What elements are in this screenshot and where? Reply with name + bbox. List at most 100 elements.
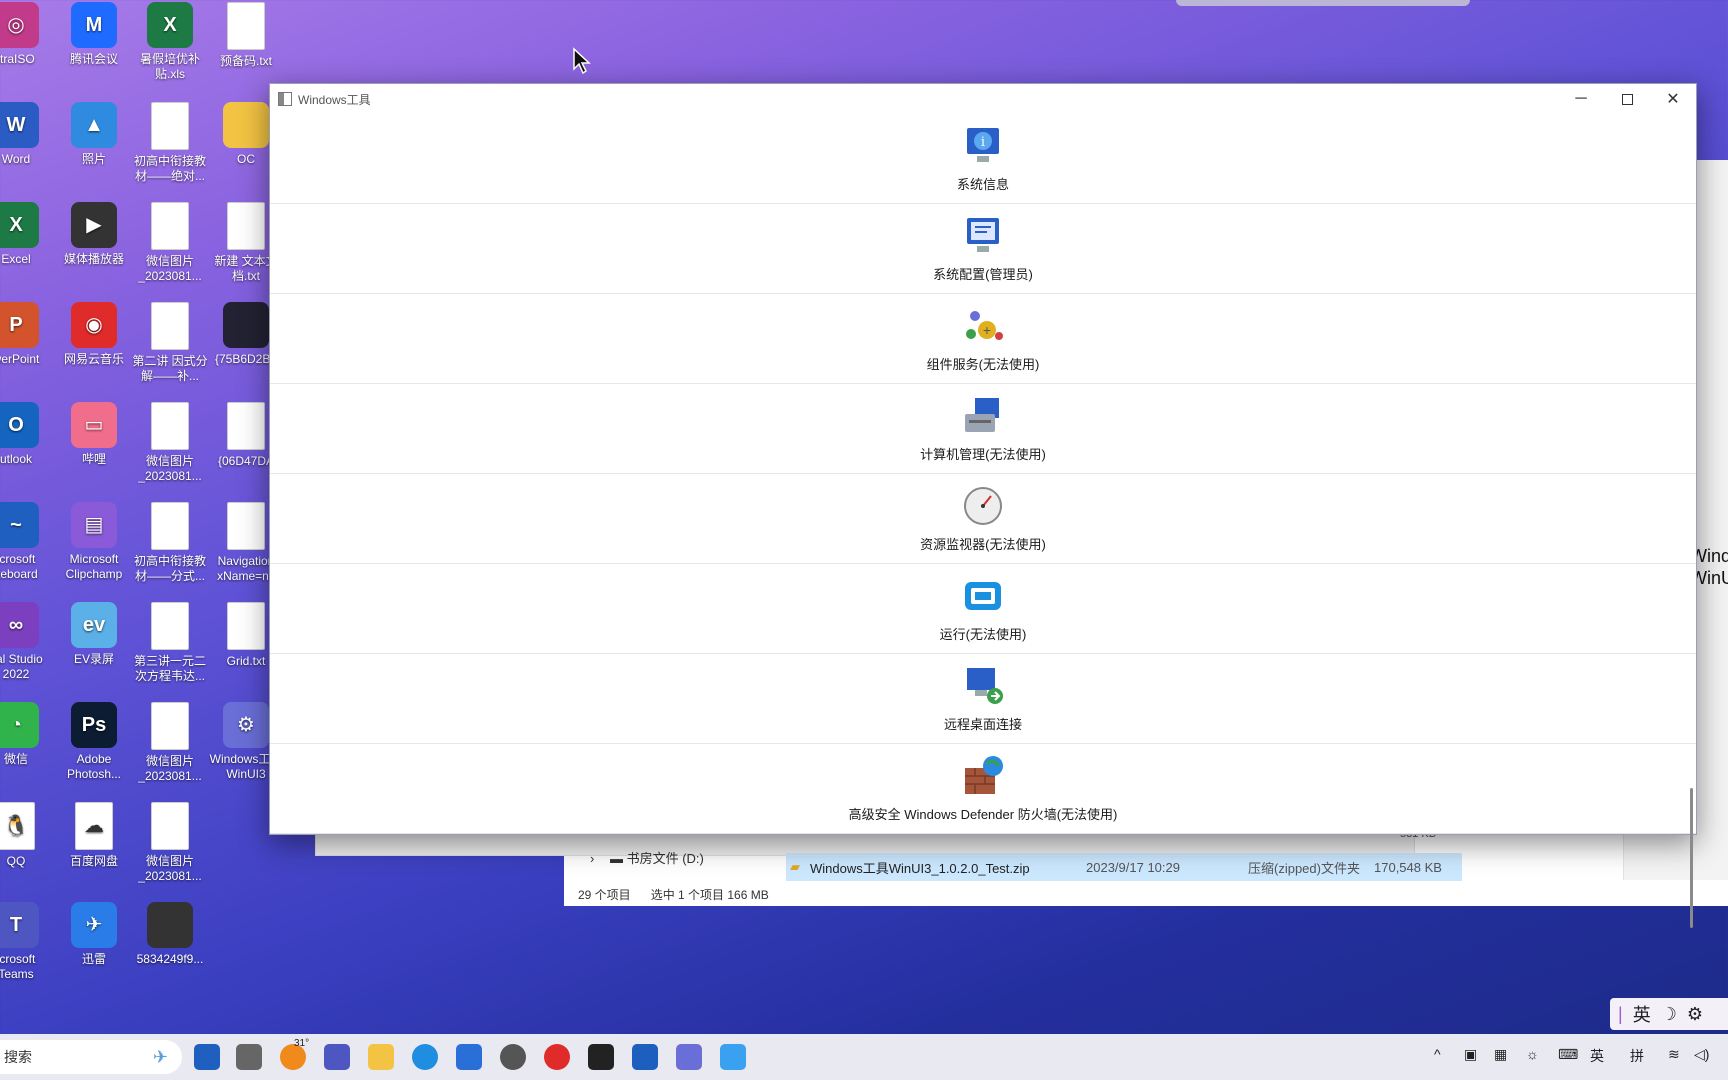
file-explorer-taskbar-icon[interactable] (368, 1044, 394, 1070)
bilibili-icon: ▭ (71, 402, 117, 448)
qq-taskbar-icon[interactable] (588, 1044, 614, 1070)
desktop-icon[interactable]: 初高中衔接教材——分式... (132, 500, 208, 590)
desktop-icon[interactable]: ▤ Microsoft Clipchamp (56, 500, 132, 590)
desktop-icon[interactable]: ◎ ltraISO (0, 0, 54, 90)
desktop-icon[interactable]: 第二讲 因式分解——补... (132, 300, 208, 390)
ime-mode-button[interactable]: 英 (1633, 1001, 1651, 1027)
desktop-icon[interactable]: 微信图片_2023081... (132, 200, 208, 290)
desktop-icon[interactable]: 微信图片_2023081... (132, 700, 208, 790)
desktop-icon[interactable]: ✈ 迅雷 (56, 900, 132, 990)
desktop-icon[interactable]: 初高中衔接教材——绝对... (132, 100, 208, 190)
desktop-icon[interactable]: X Excel (0, 200, 54, 290)
windows-tools-taskbar-icon[interactable] (676, 1044, 702, 1070)
window-edge (1176, 0, 1470, 6)
desktop-icon[interactable]: 5834249f9... (132, 900, 208, 990)
tool-item[interactable]: 系统配置(管理员) (270, 204, 1696, 294)
moon-icon[interactable]: ☽ (1661, 1004, 1677, 1025)
desktop-icon[interactable]: ev EV录屏 (56, 600, 132, 690)
teams-taskbar-icon[interactable] (324, 1044, 350, 1070)
desktop-icon-label: 微信图片_2023081... (138, 754, 202, 783)
desktop-icon-label: 初高中衔接教材——绝对... (133, 154, 206, 183)
task-view-icon[interactable] (236, 1044, 262, 1070)
desktop-icon[interactable]: ~ icrosoft iteboard (0, 500, 54, 590)
store-taskbar-icon[interactable] (456, 1044, 482, 1070)
desktop-icon[interactable]: ▶ 媒体播放器 (56, 200, 132, 290)
desktop-icon-label: 5834249f9... (136, 952, 204, 966)
input-method-indicator[interactable]: 拼 (1630, 1046, 1644, 1066)
desktop-icon[interactable]: Outlook (0, 400, 54, 490)
tray-app-icon[interactable]: ▣ (1464, 1046, 1477, 1063)
desktop-icon[interactable]: ☁ 百度网盘 (56, 800, 132, 890)
tray-app-icon[interactable]: ▦ (1494, 1046, 1507, 1063)
video-file-icon (147, 902, 193, 948)
ime-toolbar[interactable]: | 英 ☽ ⚙ (1610, 998, 1728, 1030)
desktop-icon-label: 网易云音乐 (63, 352, 124, 366)
search-highlight-icon: ✈ (152, 1046, 168, 1067)
desktop-icon-label: 微信 (3, 752, 28, 766)
outlook-taskbar-icon[interactable] (194, 1044, 220, 1070)
desktop-icon[interactable]: ∞ ual Studio 2022 (0, 600, 54, 690)
chevron-up-icon[interactable]: ^ (1434, 1046, 1441, 1062)
app-icon (278, 92, 292, 106)
tool-item[interactable]: + 组件服务(无法使用) (270, 294, 1696, 384)
desktop-icon[interactable]: X 暑假培优补贴.xls (132, 0, 208, 90)
baidu-netdisk-taskbar-icon[interactable] (720, 1044, 746, 1070)
clipchamp-icon: ▤ (71, 502, 117, 548)
ime-handle-icon: | (1618, 1003, 1623, 1024)
keyboard-icon[interactable]: ⌨ (1558, 1046, 1578, 1063)
desktop-icon[interactable]: ◔ 微信 (0, 700, 54, 790)
nav-item-drive-d[interactable]: › ▬ 书房文件 (D:) (590, 848, 704, 867)
image-file-icon (151, 802, 189, 850)
netease-music-taskbar-icon[interactable] (544, 1044, 570, 1070)
word-icon: W (0, 102, 39, 148)
close-button[interactable]: ✕ (1650, 84, 1696, 114)
tool-item-label: 高级安全 Windows Defender 防火墙(无法使用) (848, 807, 1118, 822)
text-file-icon (227, 2, 265, 50)
vscode-taskbar-icon[interactable] (632, 1044, 658, 1070)
tool-item[interactable]: 高级安全 Windows Defender 防火墙(无法使用) (270, 744, 1696, 834)
desktop-icon[interactable]: 微信图片_2023081... (132, 400, 208, 490)
tool-item[interactable]: 资源监视器(无法使用) (270, 474, 1696, 564)
desktop-icon[interactable]: Ticrosoft Teams (0, 900, 54, 990)
resource-monitor-icon (964, 487, 1002, 525)
maximize-button[interactable] (1604, 84, 1650, 114)
edge-taskbar-icon[interactable] (412, 1044, 438, 1070)
taskbar-search[interactable]: 搜索 ✈ (0, 1040, 182, 1074)
settings-taskbar-icon[interactable] (500, 1044, 526, 1070)
computer-management-icon (965, 398, 999, 432)
title-bar[interactable]: Windows工具 ─ ✕ (270, 84, 1696, 114)
status-bar: 29 个项目 选中 1 个项目 166 MB (564, 882, 1578, 906)
desktop-icon[interactable]: 预备码.txt (208, 0, 284, 90)
desktop-icon[interactable]: ▲ 照片 (56, 100, 132, 190)
tool-item[interactable]: 远程桌面连接 (270, 654, 1696, 744)
scrollbar[interactable] (1690, 788, 1693, 928)
desktop-icon[interactable]: W Word (0, 100, 54, 190)
brightness-icon[interactable]: ☼ (1526, 1046, 1539, 1062)
minimize-button[interactable]: ─ (1558, 84, 1604, 114)
windows-tools-window[interactable]: Windows工具 ─ ✕ i 系统信息 系统配置(管理员) + 组件服务(无法使用) 计… (269, 83, 1697, 928)
desktop-icon[interactable]: 微信图片_2023081... (132, 800, 208, 890)
desktop-icon-label: 迅雷 (81, 952, 106, 966)
wifi-icon[interactable]: ≋ (1668, 1046, 1680, 1063)
desktop-icon-label: icrosoft iteboard (0, 552, 38, 581)
text-file-icon (227, 602, 265, 650)
tool-item[interactable]: i 系统信息 (270, 114, 1696, 204)
desktop-icon[interactable]: PwerPoint (0, 300, 54, 390)
visual-studio-icon: ∞ (0, 602, 39, 648)
zip-folder-icon: ▰ (790, 859, 800, 874)
desktop-icon[interactable]: 第三讲一元二次方程韦达... (132, 600, 208, 690)
desktop-icon[interactable]: ▭ 哔哩 (56, 400, 132, 490)
ime-settings-icon[interactable]: ⚙ (1687, 1004, 1703, 1025)
text-file-icon (227, 502, 265, 550)
tool-item[interactable]: 计算机管理(无法使用) (270, 384, 1696, 474)
desktop-icon[interactable]: Ps Adobe Photosh... (56, 700, 132, 790)
volume-icon[interactable]: ◁) (1694, 1046, 1709, 1063)
desktop-icon[interactable]: ◉ 网易云音乐 (56, 300, 132, 390)
language-indicator[interactable]: 英 (1590, 1046, 1604, 1066)
desktop-icon[interactable]: M 腾讯会议 (56, 0, 132, 90)
file-date-cell: 2023/9/17 10:29 (1086, 859, 1180, 875)
tool-item[interactable]: 运行(无法使用) (270, 564, 1696, 654)
desktop-icon[interactable]: 🐧 QQ (0, 800, 54, 890)
table-row[interactable]: ▰ Windows工具WinUI3_1.0.2.0_Test.zip 2023/… (786, 853, 1462, 881)
desktop-icon-label: 微信图片_2023081... (138, 454, 202, 483)
